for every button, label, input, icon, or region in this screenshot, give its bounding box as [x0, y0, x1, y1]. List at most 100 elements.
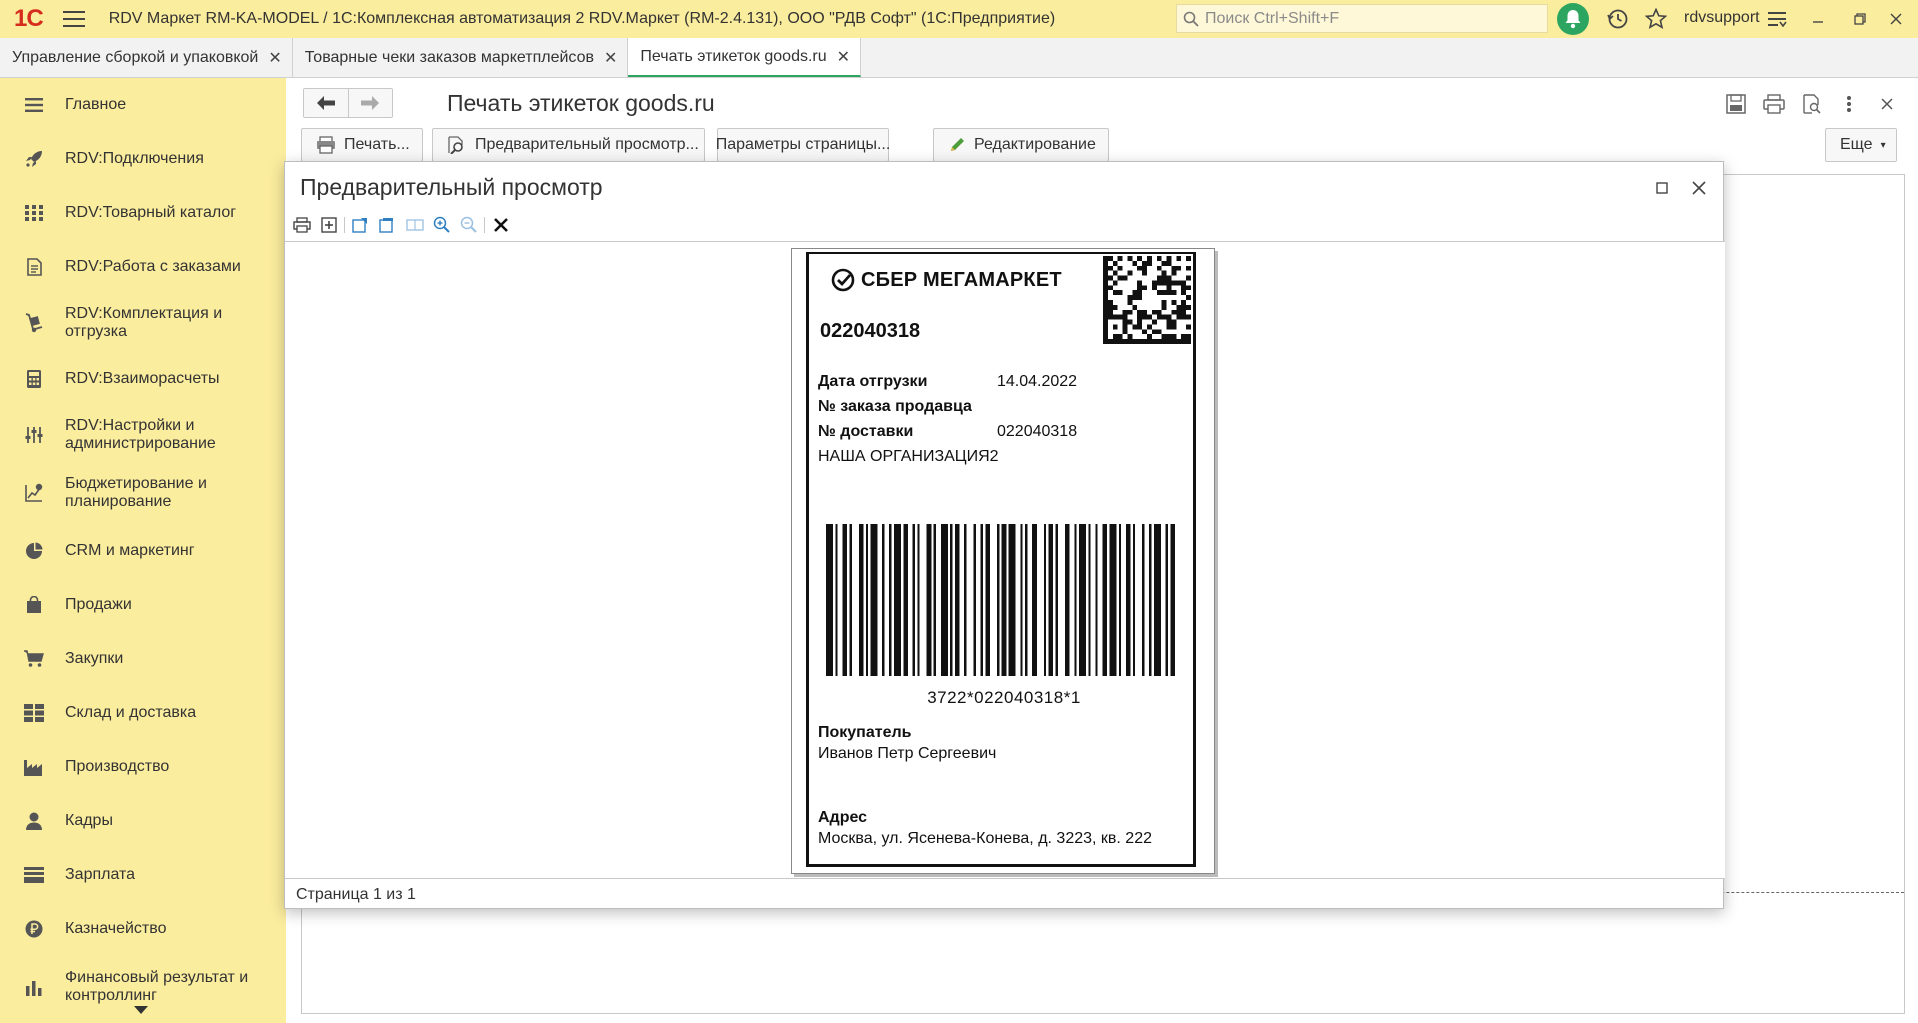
close-preview-icon[interactable] — [487, 214, 514, 236]
page-params-button-label: Параметры страницы... — [715, 136, 891, 153]
sidebar-item-crm[interactable]: CRM и маркетинг — [0, 534, 286, 568]
close-icon[interactable]: ✕ — [268, 48, 281, 68]
user-name[interactable]: rdvsupport — [1684, 9, 1760, 27]
barcode-bar — [1170, 524, 1175, 676]
more-vertical-icon[interactable] — [1837, 92, 1861, 116]
restore-window-button[interactable] — [1846, 6, 1874, 32]
print-icon[interactable] — [1762, 92, 1786, 116]
datamatrix-cell — [1147, 314, 1152, 320]
calculator-icon — [24, 369, 44, 389]
sidebar-item-production[interactable]: Производство — [0, 750, 286, 784]
tab-label: Печать этикеток goods.ru — [640, 47, 827, 65]
two-pages-icon[interactable] — [374, 214, 401, 236]
barcode-bar — [1125, 524, 1131, 676]
sidebar-item-purchases[interactable]: Закупки — [0, 642, 286, 676]
chevron-down-icon: ▾ — [1880, 139, 1886, 151]
sidebar-item-picking-shipping[interactable]: RDV:Комплектация и отгрузка — [0, 300, 286, 346]
datamatrix-cell — [1161, 270, 1167, 276]
more-button[interactable]: Еще ▾ — [1825, 128, 1897, 162]
barcode-bar — [889, 524, 892, 676]
grid-icon — [24, 203, 44, 223]
datamatrix-cell — [1161, 334, 1167, 340]
preview-button[interactable]: Предварительный просмотр... — [432, 128, 705, 162]
back-arrow-icon[interactable] — [304, 89, 348, 117]
datamatrix-cell — [1181, 309, 1187, 315]
maximize-icon[interactable] — [1650, 176, 1674, 200]
one-page-icon[interactable] — [347, 214, 374, 236]
datamatrix-cell — [1171, 265, 1177, 271]
datamatrix-cell — [1176, 314, 1182, 320]
print-button[interactable]: Печать... — [301, 128, 423, 162]
page-counter: Страница 1 из 1 — [296, 886, 416, 903]
print-preview-icon[interactable] — [1800, 92, 1824, 116]
tab-marketplace-receipts[interactable]: Товарные чеки заказов маркетплейсов ✕ — [293, 38, 629, 77]
print-icon[interactable] — [288, 214, 315, 236]
close-icon[interactable]: ✕ — [837, 47, 850, 67]
zoom-out-icon[interactable] — [455, 214, 482, 236]
main-menu-icon[interactable] — [62, 11, 85, 27]
datamatrix-cell — [1137, 290, 1143, 296]
datamatrix-cell — [1127, 319, 1133, 325]
search-input[interactable] — [1205, 9, 1535, 28]
sidebar-item-label: Закупки — [65, 650, 124, 667]
save-icon[interactable] — [1724, 92, 1748, 116]
sidebar-item-treasury[interactable]: Казначейство — [0, 912, 286, 946]
sidebar-item-label: Зарплата — [65, 866, 136, 883]
edit-button[interactable]: Редактирование — [933, 128, 1109, 162]
sidebar-scroll-down-icon[interactable] — [134, 1001, 148, 1019]
page-width-icon[interactable] — [401, 214, 428, 236]
close-icon[interactable] — [1687, 176, 1711, 200]
datamatrix-cell — [1156, 275, 1162, 281]
sidebar-item-main[interactable]: Главное — [0, 88, 286, 122]
sidebar-item-hr[interactable]: Кадры — [0, 804, 286, 838]
expand-plus-icon[interactable] — [315, 214, 342, 236]
pie-chart-icon — [24, 541, 44, 561]
barcode-bar — [1165, 524, 1168, 676]
global-search[interactable] — [1176, 4, 1548, 33]
datamatrix-cell — [1117, 275, 1123, 281]
datamatrix-cell — [1166, 334, 1172, 340]
barcode-bar — [926, 524, 932, 676]
close-form-icon[interactable] — [1875, 92, 1899, 116]
datamatrix-cell — [1181, 285, 1187, 291]
sidebar-item-label: RDV:Взаиморасчеты — [65, 370, 220, 387]
barcode-bar — [1132, 524, 1136, 676]
zoom-in-icon[interactable] — [428, 214, 455, 236]
datamatrix-cell — [1166, 314, 1172, 320]
page-params-button[interactable]: Параметры страницы... — [715, 128, 891, 162]
barcode-bar — [973, 524, 976, 676]
datamatrix-cell — [1176, 280, 1182, 286]
sidebar-item-catalog[interactable]: RDV:Товарный каталог — [0, 196, 286, 230]
datamatrix-cell — [1161, 304, 1167, 310]
preview-viewport[interactable]: СБЕР МЕГАМАРКЕТ 022040318 Дата отгрузки … — [285, 241, 1725, 879]
sidebar-item-warehouse[interactable]: Склад и доставка — [0, 696, 286, 730]
datamatrix-cell — [1186, 304, 1191, 310]
sidebar-item-admin[interactable]: RDV:Настройки и администрирование — [0, 412, 286, 458]
datamatrix-cell — [1147, 334, 1152, 340]
sidebar-item-budgeting[interactable]: Бюджетирование и планирование — [0, 470, 286, 516]
datamatrix-cell — [1161, 280, 1167, 286]
notifications-bell-icon[interactable] — [1557, 3, 1589, 35]
close-icon[interactable]: ✕ — [604, 48, 617, 68]
datamatrix-cell — [1156, 309, 1162, 315]
tab-assembly-packing[interactable]: Управление сборкой и упаковкой ✕ — [0, 38, 293, 77]
datamatrix-cell — [1166, 285, 1172, 291]
close-window-button[interactable] — [1882, 6, 1910, 32]
person-icon — [24, 811, 44, 831]
sidebar-item-connections[interactable]: RDV:Подключения — [0, 142, 286, 176]
sidebar-item-salary[interactable]: Зарплата — [0, 858, 286, 892]
datamatrix-cell — [1171, 309, 1177, 315]
favorites-star-icon[interactable] — [1644, 7, 1668, 31]
history-icon[interactable] — [1606, 7, 1630, 31]
sidebar-item-orders[interactable]: RDV:Работа с заказами — [0, 250, 286, 284]
minimize-window-button[interactable] — [1804, 6, 1832, 32]
sidebar-item-settlements[interactable]: RDV:Взаиморасчеты — [0, 362, 286, 396]
forward-arrow-icon[interactable] — [347, 89, 392, 117]
settings-menu-icon[interactable] — [1765, 7, 1789, 31]
preview-toolbar — [285, 212, 1725, 238]
datamatrix-cell — [1142, 309, 1147, 315]
preview-button-label: Предварительный просмотр... — [475, 136, 699, 153]
tab-print-labels[interactable]: Печать этикеток goods.ru ✕ — [628, 38, 862, 77]
sidebar-item-sales[interactable]: Продажи — [0, 588, 286, 622]
datamatrix-cell — [1137, 324, 1143, 330]
